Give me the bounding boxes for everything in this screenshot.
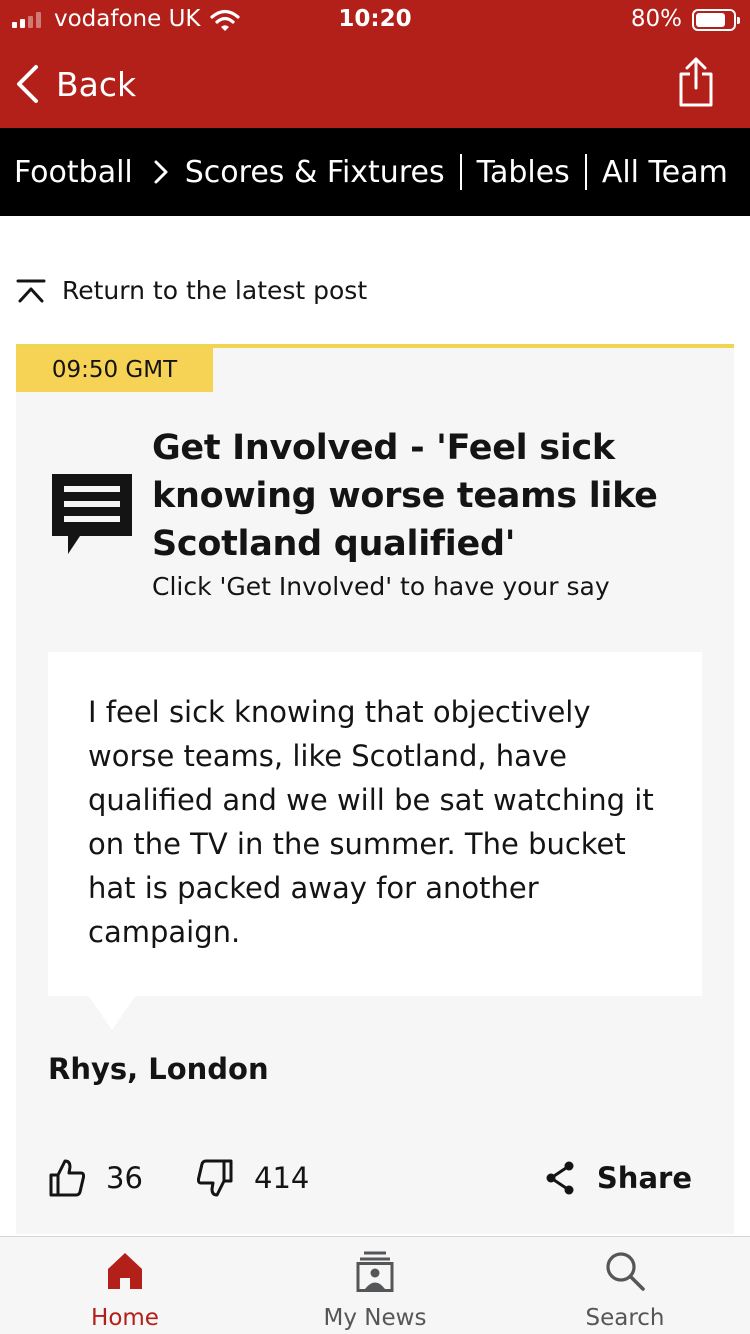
dislike-button[interactable]: 414 (196, 1156, 309, 1200)
post-title: Get Involved - 'Feel sick knowing worse … (152, 428, 658, 564)
chevron-left-icon (17, 65, 38, 103)
search-icon (606, 1252, 645, 1291)
comment-bubble: I feel sick knowing that objectively wor… (48, 652, 702, 996)
nav-link-tables[interactable]: Tables (477, 155, 570, 190)
tab-home-label: Home (91, 1305, 159, 1331)
return-to-top-icon (16, 279, 46, 302)
return-to-latest-post-link[interactable]: Return to the latest post (16, 276, 367, 305)
like-button[interactable]: 36 (48, 1156, 143, 1200)
top-nav-bar: Back (0, 40, 750, 128)
tab-home[interactable]: Home (0, 1237, 250, 1334)
post-timestamp: 09:50 GMT (16, 348, 213, 392)
live-post-card: 09:50 GMT Get Involved - 'Feel sick know… (16, 344, 734, 1234)
comment-bubble-tail (86, 992, 138, 1030)
comment-text: I feel sick knowing that objectively wor… (88, 695, 654, 949)
section-nav: Football Scores & Fixtures Tables All Te… (0, 128, 750, 216)
nav-link-all-teams[interactable]: All Team (602, 155, 728, 190)
share-nodes-icon (546, 1161, 574, 1195)
post-actions: 36 414 Share (48, 1156, 692, 1200)
tab-search[interactable]: Search (500, 1237, 750, 1334)
like-count: 36 (106, 1161, 143, 1195)
nav-divider (459, 154, 462, 190)
thumbs-down-icon (196, 1159, 233, 1197)
share-post-button[interactable]: Share (545, 1156, 692, 1200)
share-label: Share (596, 1161, 692, 1195)
home-icon (108, 1253, 142, 1289)
back-label: Back (56, 64, 137, 104)
breadcrumb-football[interactable]: Football (14, 155, 133, 190)
tab-search-label: Search (585, 1305, 665, 1331)
battery-percentage: 80% (630, 6, 682, 32)
thumbs-up-icon (49, 1159, 86, 1197)
comment-icon (52, 474, 132, 554)
status-bar: vodafone UK 10:20 80% (0, 0, 750, 40)
comment-author: Rhys, London (48, 1052, 269, 1086)
chevron-right-icon (153, 159, 169, 185)
post-subtitle: Click 'Get Involved' to have your say (152, 572, 610, 601)
share-icon[interactable] (676, 56, 716, 108)
tab-my-news-label: My News (323, 1305, 427, 1331)
nav-divider (584, 154, 587, 190)
battery-icon (692, 9, 740, 31)
bottom-tab-bar: Home My News Search (0, 1236, 750, 1334)
back-button[interactable]: Back (14, 62, 136, 106)
nav-link-scores-fixtures[interactable]: Scores & Fixtures (185, 155, 445, 190)
tab-my-news[interactable]: My News (250, 1237, 500, 1334)
dislike-count: 414 (254, 1161, 310, 1195)
my-news-icon (356, 1251, 394, 1292)
return-link-label: Return to the latest post (62, 276, 368, 305)
